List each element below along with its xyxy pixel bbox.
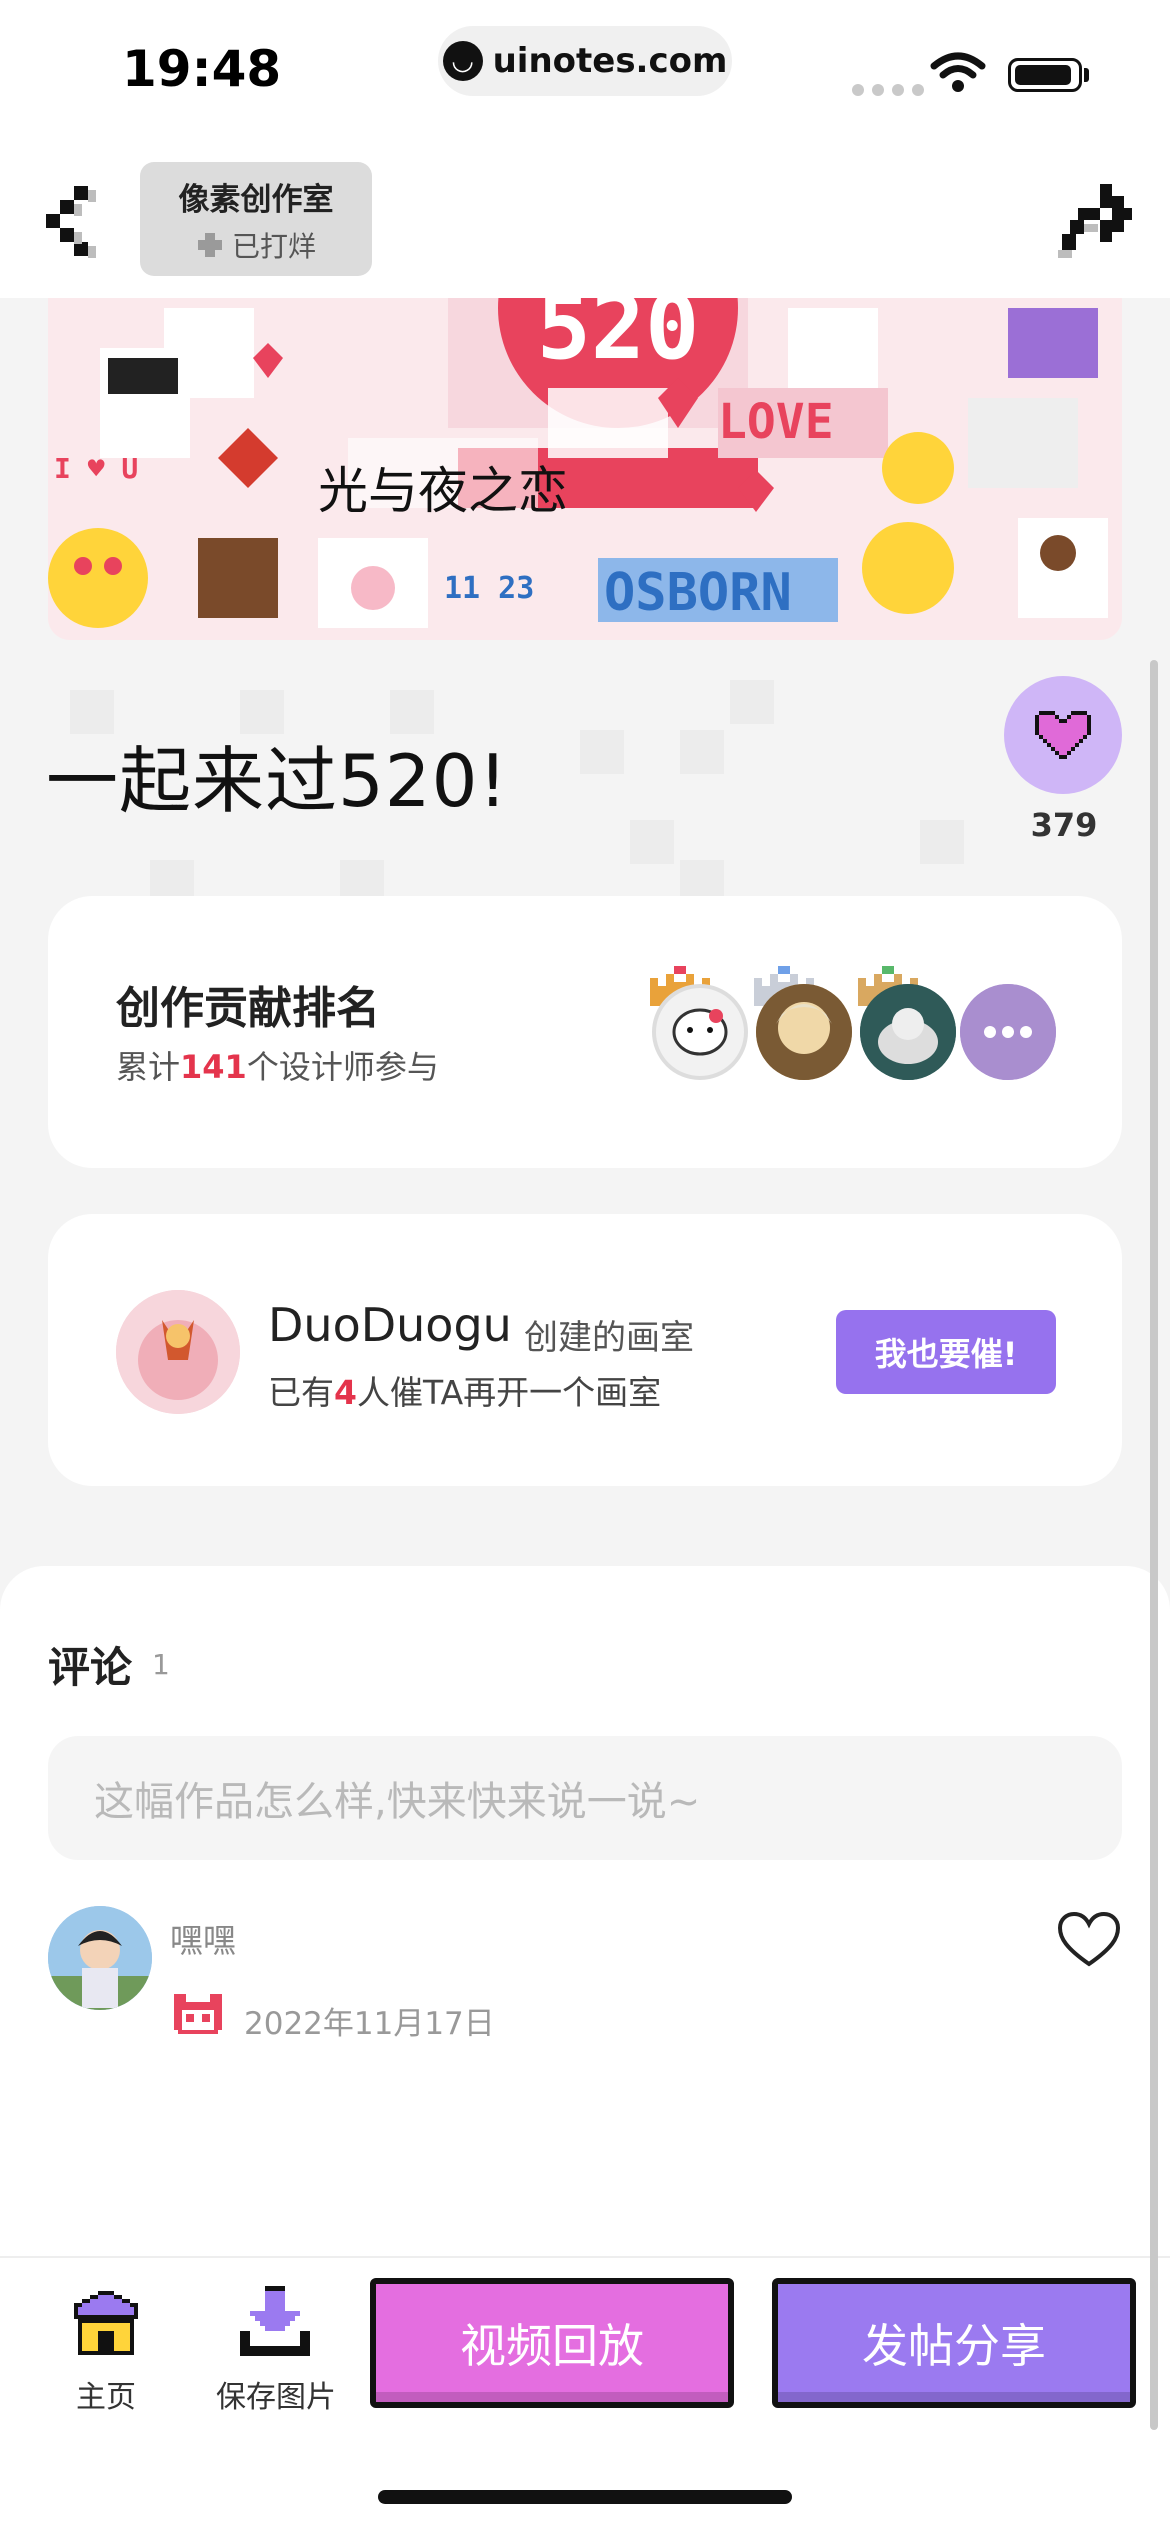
battery-tip (1084, 68, 1089, 82)
artwork-title: 一起来过520! (46, 739, 509, 823)
avatar-image (756, 984, 852, 1080)
studio-status-label: 已打烊 (231, 229, 316, 263)
pixel-plus-icon (197, 232, 222, 257)
video-replay-button[interactable]: 视频回放 (370, 2278, 734, 2408)
like-count: 379 (1030, 806, 1098, 844)
banner-text-osborn: OSBORN (604, 563, 792, 623)
rank-avatar-more[interactable] (960, 984, 1056, 1080)
contribution-ranking-card[interactable]: 创作贡献排名 累计141个设计师参与 (48, 896, 1122, 1168)
post-share-button[interactable]: 发帖分享 (772, 2278, 1136, 2408)
ranking-sub-prefix: 累计 (116, 1048, 181, 1086)
studio-status: 已打烊 (196, 225, 316, 265)
creator-urge-info: 已有4人催TA再开一个画室 (268, 1366, 661, 1414)
ranking-sub-suffix: 个设计师参与 (246, 1048, 439, 1086)
urge-count: 4 (334, 1373, 357, 1412)
save-image-label[interactable]: 保存图片 (206, 2372, 346, 2416)
site-logo-icon: ◡ (442, 41, 483, 81)
creator-info-suffix: 人催TA再开一个画室 (356, 1373, 662, 1412)
pixel-heart-icon (1035, 711, 1091, 759)
creator-avatar[interactable] (116, 1290, 240, 1414)
creator-info-prefix: 已有 (268, 1373, 334, 1412)
banner-text-love: LOVE (718, 394, 834, 450)
home-icon[interactable] (70, 2290, 142, 2356)
url-pill[interactable]: ◡ uinotes.com (438, 26, 732, 96)
commenter-name[interactable]: 嘿嘿 (170, 1914, 236, 1962)
like-button[interactable] (1004, 676, 1122, 794)
creator-name[interactable]: DuoDuogu (268, 1298, 512, 1352)
commenter-avatar[interactable] (48, 1906, 152, 2010)
wifi-icon (930, 52, 986, 92)
cat-badge-icon (174, 1994, 222, 2034)
share-icon[interactable] (1056, 180, 1134, 262)
banner-text-iu: I ♥ U (54, 452, 138, 485)
more-avatars-icon (960, 984, 1056, 1080)
back-arrow-icon[interactable] (40, 180, 110, 270)
status-time: 19:48 (122, 40, 282, 98)
home-indicator (378, 2490, 792, 2504)
url-text: uinotes.com (492, 41, 728, 81)
studio-title: 像素创作室 (178, 181, 334, 218)
banner-text-date: 11 23 (444, 571, 534, 606)
comment-heart-icon[interactable] (1056, 1910, 1122, 1970)
banner-text-520: 520 (537, 298, 700, 380)
ranking-subtitle: 累计141个设计师参与 (116, 1042, 439, 1088)
creator-card: DuoDuogu 创建的画室 已有4人催TA再开一个画室 我也要催! (48, 1214, 1122, 1486)
bg-tile (580, 730, 624, 774)
avatar-image (116, 1290, 240, 1414)
avatar-image (860, 984, 956, 1080)
ranking-title: 创作贡献排名 (116, 983, 380, 1034)
comment-date: 2022年11月17日 (244, 2006, 495, 2042)
urge-button[interactable]: 我也要催! (836, 1310, 1056, 1394)
banner-text-game: 光与夜之恋 (318, 462, 568, 520)
comments-section (0, 1566, 1170, 2256)
artwork-banner[interactable]: 520 LOVE OSBORN 11 23 光与夜之恋 I ♥ U (48, 298, 1122, 640)
comment-input[interactable]: 这幅作品怎么样,快来快来说一说~ (48, 1736, 1122, 1860)
bg-tile (630, 820, 674, 864)
save-image-icon[interactable] (240, 2286, 310, 2356)
bg-tile (730, 680, 774, 724)
battery-icon (1008, 58, 1082, 92)
avatar-image (48, 1906, 152, 2010)
studio-badge[interactable]: 像素创作室 已打烊 (140, 162, 372, 276)
bg-tile (680, 730, 724, 774)
designer-count: 141 (180, 1048, 247, 1086)
comments-title: 评论 (48, 1643, 133, 1692)
scrollbar[interactable] (1150, 660, 1158, 2430)
rank-avatar-3[interactable] (860, 984, 956, 1080)
avatar-image (672, 1008, 728, 1056)
bg-tile (920, 820, 964, 864)
rank-avatar-2[interactable] (756, 984, 852, 1080)
creator-suffix: 创建的画室 (524, 1318, 694, 1358)
signal-icon (852, 84, 924, 96)
rank-avatar-1[interactable] (652, 984, 748, 1080)
home-tab-label[interactable]: 主页 (48, 2372, 164, 2416)
pixel-artwork-image: 520 LOVE OSBORN 11 23 光与夜之恋 I ♥ U (48, 298, 1122, 640)
comments-count: 1 (152, 1648, 170, 1681)
